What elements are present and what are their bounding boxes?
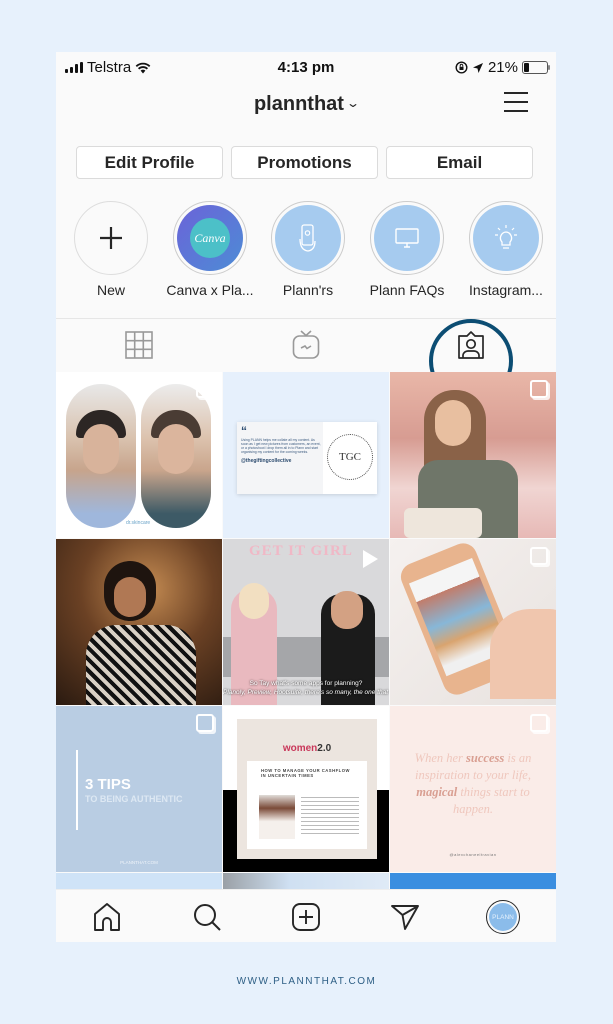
highlight-faqs[interactable]: Plann FAQs bbox=[362, 201, 452, 298]
highlight-label: Instagram... bbox=[469, 282, 543, 298]
grid-icon bbox=[125, 331, 153, 359]
tips-subtitle: TO BEING AUTHENTIC bbox=[85, 794, 183, 804]
footer-url[interactable]: WWW.PLANNTHAT.COM bbox=[0, 976, 613, 987]
after-photo bbox=[141, 384, 211, 528]
post-thumbnail[interactable]: dr.skincare bbox=[56, 372, 222, 538]
promotions-button[interactable]: Promotions bbox=[231, 146, 378, 179]
highlight-label: New bbox=[96, 282, 125, 298]
profile-actions: Edit Profile Promotions Email bbox=[76, 146, 533, 179]
nav-new-post[interactable] bbox=[290, 901, 322, 933]
subtitle-line: Planoly, Preview, Hootsuite, there's so … bbox=[223, 689, 389, 696]
video-overlay-title: GET IT GIRL bbox=[249, 543, 353, 559]
profile-avatar: PLANN bbox=[486, 900, 520, 934]
carousel-icon bbox=[530, 380, 548, 398]
phone-hand-icon bbox=[299, 224, 316, 252]
post-thumbnail[interactable] bbox=[390, 539, 556, 705]
carousel-icon bbox=[196, 714, 214, 732]
quote-handle: @alexchaneeltravian bbox=[449, 852, 497, 857]
battery-percent: 21% bbox=[487, 59, 518, 76]
post-thumbnail[interactable]: 3 TIPS TO BEING AUTHENTIC PLANNTHAT.COM bbox=[56, 706, 222, 872]
highlight-label: Plann FAQs bbox=[369, 282, 445, 298]
phone-screen: Telstra 4:13 pm 21% plannthat ⌄ Edit Prof… bbox=[56, 52, 556, 942]
canva-logo: Canva bbox=[190, 218, 230, 258]
highlight-plannrs[interactable]: Plann'rs bbox=[263, 201, 353, 298]
article-headline: HOW TO MANAGE YOUR CASHFLOW IN UNCERTAIN… bbox=[261, 768, 350, 778]
nav-profile[interactable]: PLANN bbox=[486, 900, 520, 934]
quote-text: When her success is an inspiration to yo… bbox=[402, 750, 544, 818]
tab-igtv[interactable] bbox=[290, 329, 322, 361]
add-post-icon bbox=[292, 903, 320, 931]
post-thumbnail[interactable] bbox=[390, 372, 556, 538]
lightbulb-icon bbox=[495, 225, 517, 249]
tips-footer: PLANNTHAT.COM bbox=[120, 860, 158, 865]
highlight-new[interactable]: New bbox=[66, 201, 156, 298]
igtv-icon bbox=[292, 330, 320, 359]
quote-part: magical bbox=[416, 785, 458, 799]
battery-icon bbox=[522, 61, 550, 74]
paper-plane-icon bbox=[391, 905, 419, 930]
highlight-canva[interactable]: Canva Canva x Pla... bbox=[165, 201, 255, 298]
quote-part: When her bbox=[414, 751, 467, 765]
carousel-icon bbox=[530, 714, 548, 732]
carousel-icon bbox=[196, 380, 214, 398]
account-switcher[interactable]: plannthat ⌄ bbox=[56, 93, 556, 116]
highlight-label: Canva x Pla... bbox=[166, 282, 254, 298]
plus-icon bbox=[100, 227, 122, 249]
before-photo bbox=[66, 384, 136, 528]
chevron-down-icon: ⌄ bbox=[345, 96, 361, 110]
highlight-label: Plann'rs bbox=[282, 282, 334, 298]
post-thumbnail[interactable]: When her success is an inspiration to yo… bbox=[390, 706, 556, 872]
monitor-icon bbox=[395, 228, 419, 248]
rotation-lock-icon bbox=[455, 61, 468, 74]
subtitle-line: So Tay what's some apps for planning? bbox=[249, 680, 363, 687]
post-thumbnail[interactable]: women2.0 HOW TO MANAGE YOUR CASHFLOW IN … bbox=[223, 706, 389, 872]
username: plannthat bbox=[253, 93, 344, 115]
profile-header: plannthat ⌄ bbox=[56, 90, 556, 120]
video-play-icon bbox=[363, 550, 378, 568]
quote-part: things start to happen. bbox=[453, 785, 530, 816]
tips-title: 3 TIPS bbox=[85, 776, 131, 793]
article-card: women2.0 HOW TO MANAGE YOUR CASHFLOW IN … bbox=[237, 719, 377, 859]
post-thumbnail[interactable]: GET IT GIRL So Tay what's some apps for … bbox=[223, 539, 389, 705]
story-highlights: New Canva Canva x Pla... Plann'rs Plann … bbox=[56, 201, 556, 301]
testimonial-text: Using PLANN helps me collate all my cont… bbox=[241, 438, 321, 454]
post-caption: dr.skincare bbox=[126, 520, 151, 526]
quote-mark-icon: “ bbox=[241, 426, 247, 438]
search-icon bbox=[194, 904, 221, 931]
nav-search[interactable] bbox=[191, 901, 223, 933]
nav-direct[interactable] bbox=[389, 901, 421, 933]
tgc-logo: TGC bbox=[339, 451, 361, 463]
email-button[interactable]: Email bbox=[386, 146, 533, 179]
home-icon bbox=[94, 903, 120, 931]
profile-tabs bbox=[56, 318, 556, 403]
carousel-icon bbox=[530, 547, 548, 565]
nav-home[interactable] bbox=[91, 901, 123, 933]
post-thumbnail[interactable] bbox=[56, 539, 222, 705]
women20-logo: women2.0 bbox=[237, 743, 377, 754]
status-bar: Telstra 4:13 pm 21% bbox=[56, 52, 556, 82]
post-grid: dr.skincare “ Using PLANN helps me colla… bbox=[56, 372, 556, 893]
avatar-text: PLANN bbox=[489, 903, 517, 931]
testimonial-handle: @thegiftingcollective bbox=[241, 458, 292, 464]
video-subtitles: So Tay what's some apps for planning? Pl… bbox=[223, 679, 389, 697]
tab-grid[interactable] bbox=[123, 329, 155, 361]
highlight-instagram[interactable]: Instagram... bbox=[461, 201, 551, 298]
testimonial-card: “ Using PLANN helps me collate all my co… bbox=[237, 422, 377, 494]
post-thumbnail[interactable]: “ Using PLANN helps me collate all my co… bbox=[223, 372, 389, 538]
quote-part: success bbox=[466, 751, 505, 765]
bottom-navigation: PLANN bbox=[56, 889, 556, 942]
hamburger-menu-icon[interactable] bbox=[504, 92, 528, 114]
edit-profile-button[interactable]: Edit Profile bbox=[76, 146, 223, 179]
brand-suffix: 2.0 bbox=[317, 743, 332, 754]
location-arrow-icon bbox=[472, 62, 483, 73]
brand-name: women bbox=[282, 743, 318, 754]
